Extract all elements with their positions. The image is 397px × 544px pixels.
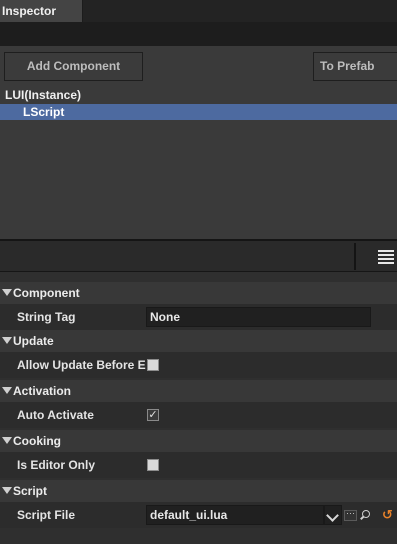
property-search-bar[interactable] [0,241,397,272]
category-update[interactable]: Update [0,330,397,352]
category-label: Update [13,334,54,348]
allow-update-checkbox[interactable] [147,359,159,371]
component-panel: Add Component To Prefab LUI(Instance) LS… [0,46,397,241]
property-label: Script File [17,508,76,522]
auto-activate-checkbox[interactable]: ✓ [147,409,159,421]
property-label: String Tag [17,310,76,324]
category-component[interactable]: Component [0,282,397,304]
is-editor-only-checkbox[interactable] [147,459,159,471]
property-label: Is Editor Only [17,458,96,472]
triangle-down-icon[interactable] [2,387,12,394]
search-separator [354,243,356,270]
triangle-down-icon[interactable] [2,487,12,494]
category-label: Script [13,484,48,498]
property-row-is-editor-only: Is Editor Only [0,452,397,478]
to-prefab-button[interactable]: To Prefab [313,52,397,81]
hamburger-menu-icon[interactable] [378,250,394,264]
category-label: Component [13,286,80,300]
category-cooking[interactable]: Cooking [0,430,397,452]
string-tag-field[interactable]: None [146,307,371,327]
reset-arrow-icon[interactable]: ↺ [382,508,394,522]
script-file-combo[interactable]: default_ui.lua [146,505,324,525]
category-script[interactable]: Script [0,480,397,502]
category-activation[interactable]: Activation [0,380,397,402]
chevron-down-icon[interactable] [324,505,342,525]
add-component-button[interactable]: Add Component [4,52,143,81]
property-row-string-tag: String Tag None [0,304,397,330]
property-label: Auto Activate [17,408,94,422]
magnifier-icon[interactable] [360,510,370,520]
property-row-auto-activate: Auto Activate ✓ [0,402,397,428]
property-row-allow-update: Allow Update Before E [0,352,397,378]
category-label: Activation [13,384,72,398]
toolbar-strip [0,22,397,46]
property-label: Allow Update Before E [17,358,146,372]
triangle-down-icon[interactable] [2,337,12,344]
tab-inspector[interactable]: Inspector [0,0,83,22]
property-row-script-file: Script File default_ui.lua ··· ↺ [0,502,397,528]
tree-selected-row[interactable]: LScript [0,104,397,120]
property-grid: Component String Tag None Update Allow U… [0,282,397,544]
tree-child-item: LScript [23,105,65,119]
category-label: Cooking [13,434,61,448]
tree-root-item[interactable]: LUI(Instance) [5,88,81,102]
triangle-down-icon[interactable] [2,289,12,296]
triangle-down-icon[interactable] [2,437,12,444]
ellipsis-icon[interactable]: ··· [344,509,357,521]
tab-bar: Inspector [0,0,397,22]
